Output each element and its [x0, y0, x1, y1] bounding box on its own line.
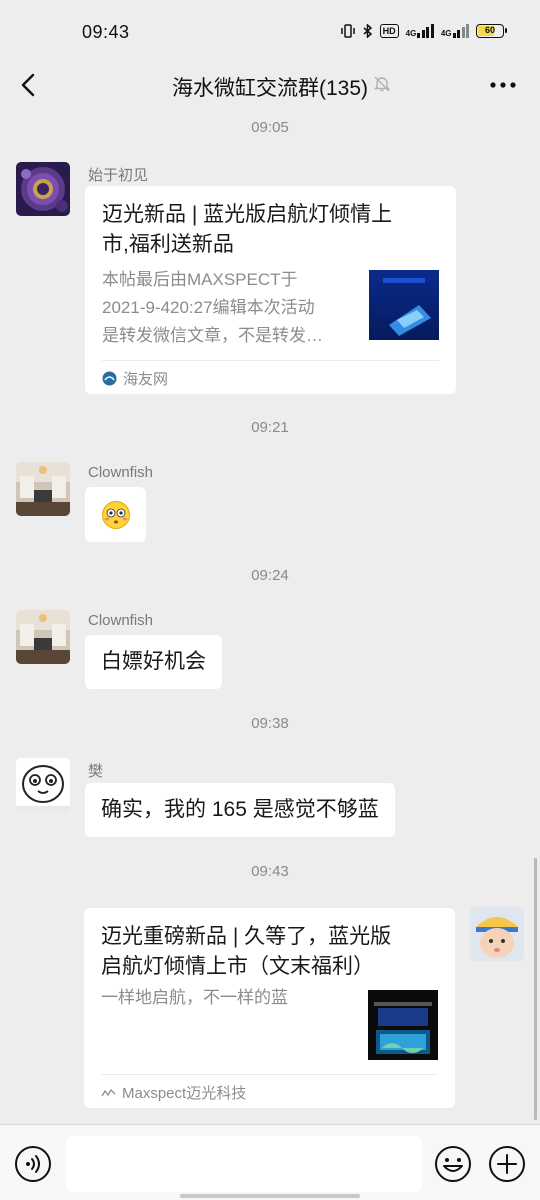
chat-header: 海水微缸交流群(135): [0, 64, 540, 108]
battery-level: 60: [484, 25, 495, 35]
link-card-title: 迈光新品 | 蓝光版启航灯倾情上 市,福利送新品: [102, 203, 393, 256]
more-options-icon[interactable]: [488, 72, 518, 98]
message-bubble[interactable]: 白嫖好机会: [85, 635, 222, 689]
flushed-emoji-icon: [101, 500, 131, 530]
avatar[interactable]: [16, 758, 70, 812]
link-card[interactable]: 迈光新品 | 蓝光版启航灯倾情上 市,福利送新品 本帖最后由MAXSPECT于 …: [85, 186, 456, 394]
bluetooth-icon: [363, 24, 372, 38]
sender-name: Clownfish: [88, 464, 154, 481]
timestamp: 09:43: [251, 863, 289, 880]
timestamp: 09:05: [251, 119, 289, 136]
divider: [101, 1074, 438, 1075]
status-bar: 09:43 HD 4G 4G 60: [0, 0, 540, 64]
avatar[interactable]: [16, 610, 70, 664]
message-bubble[interactable]: 确实，我的 165 是感觉不够蓝: [85, 783, 395, 837]
timestamp: 09:24: [251, 567, 289, 584]
cellular-signal-icon-1: 4G: [406, 24, 434, 38]
link-card-thumbnail: [369, 270, 439, 340]
message-list[interactable]: 09:05 始于初见 迈光新品 | 蓝光版启航灯倾情上 市,福利送新品 本帖最后…: [0, 108, 540, 1124]
message-bubble[interactable]: [85, 487, 146, 542]
input-bar: [0, 1124, 540, 1200]
link-card-source: Maxspect迈光科技: [101, 1082, 246, 1103]
emoji-icon[interactable]: [434, 1145, 472, 1183]
status-time: 09:43: [82, 22, 130, 42]
hd-icon: HD: [379, 24, 399, 38]
sender-name: 樊: [88, 763, 104, 780]
cellular-signal-icon-2: 4G: [441, 24, 469, 38]
voice-input-icon[interactable]: [14, 1145, 52, 1183]
scrollbar[interactable]: [534, 858, 537, 1120]
link-card-title: 迈光重磅新品 | 久等了，蓝光版 启航灯倾情上市（文末福利）: [101, 925, 392, 978]
battery-icon: 60: [476, 24, 507, 38]
timestamp: 09:21: [251, 419, 289, 436]
sender-name: 始于初见: [88, 167, 149, 184]
link-card-thumbnail: [368, 990, 438, 1060]
link-card-source: 海友网: [102, 368, 168, 389]
avatar[interactable]: [16, 162, 70, 216]
source-logo-icon: [101, 1088, 116, 1096]
sender-name: Clownfish: [88, 612, 154, 629]
vibrate-icon: [340, 24, 355, 38]
link-card[interactable]: 迈光重磅新品 | 久等了，蓝光版 启航灯倾情上市（文末福利） 一样地启航，不一样…: [84, 908, 455, 1108]
home-indicator[interactable]: [180, 1194, 360, 1198]
divider: [102, 360, 439, 361]
add-icon[interactable]: [488, 1145, 526, 1183]
avatar[interactable]: [16, 462, 70, 516]
status-icons: HD 4G 4G 60: [340, 24, 507, 38]
mute-bell-icon: [373, 76, 391, 92]
timestamp: 09:38: [251, 715, 289, 732]
link-card-description: 一样地启航，不一样的蓝: [101, 988, 288, 1007]
chat-title: 海水微缸交流群(135): [171, 77, 369, 100]
source-logo-icon: [102, 371, 117, 386]
link-card-description: 本帖最后由MAXSPECT于 2021-9-420:27编辑本次活动 是转发微信…: [102, 270, 323, 345]
message-input[interactable]: [66, 1136, 422, 1192]
my-avatar[interactable]: [470, 907, 524, 961]
